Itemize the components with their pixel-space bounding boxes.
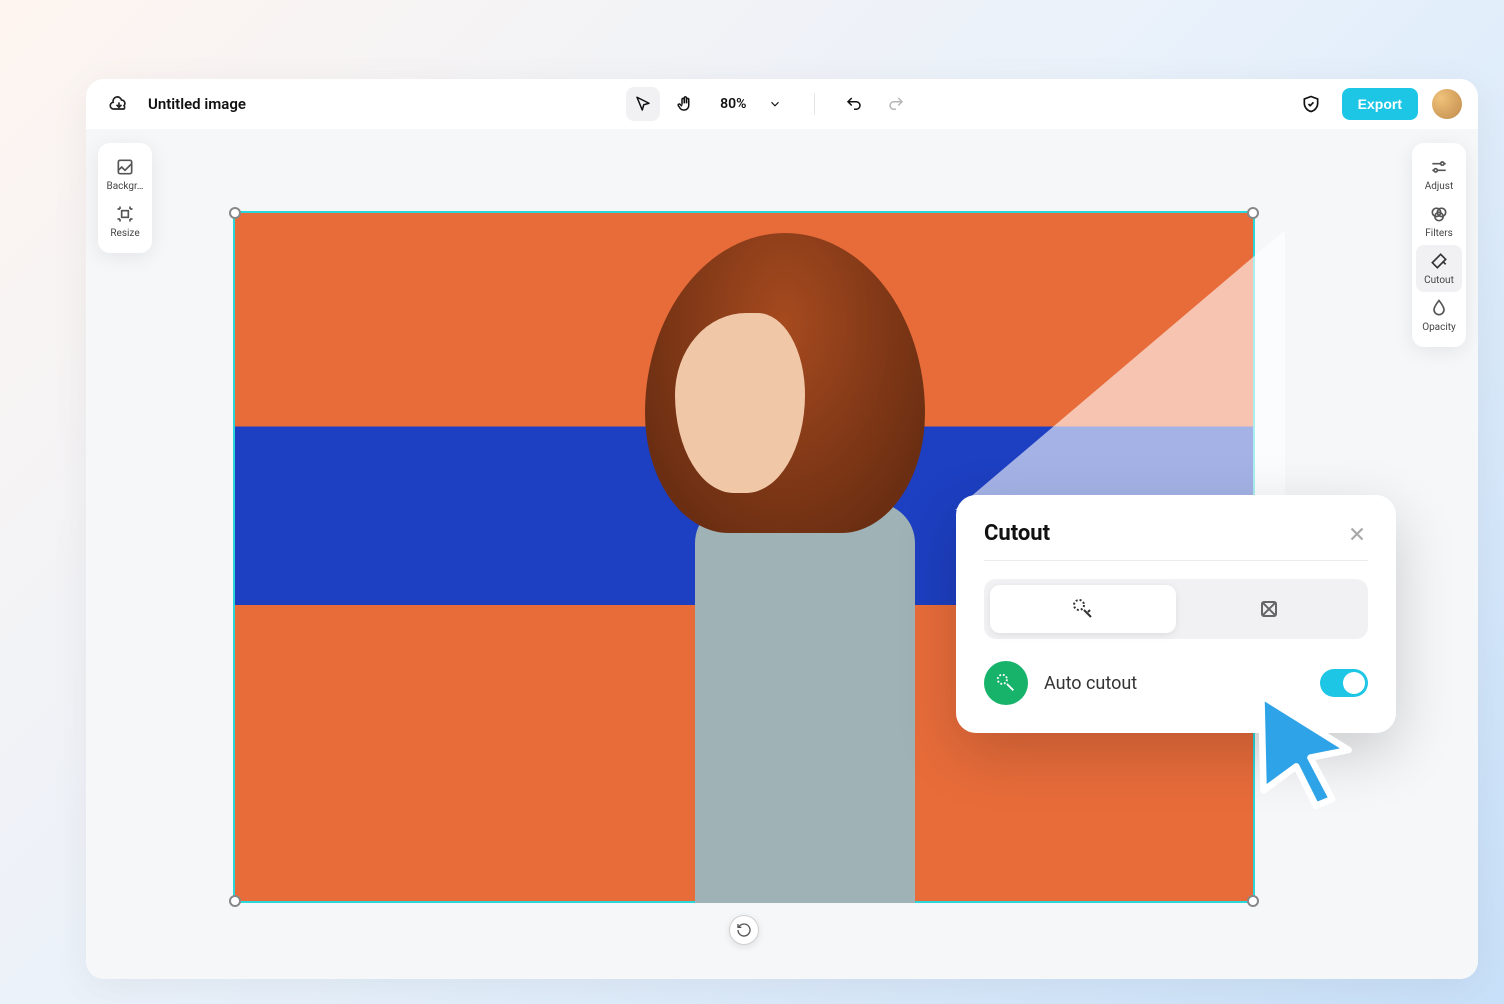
- right-toolbar: Adjust Filters Cutout Opacity: [1412, 143, 1466, 347]
- manual-erase-mode-button[interactable]: [1176, 585, 1362, 633]
- background-label: Backgr…: [107, 181, 144, 192]
- adjust-icon: [1429, 157, 1449, 177]
- opacity-tool[interactable]: Opacity: [1416, 292, 1462, 339]
- shield-icon[interactable]: [1294, 87, 1328, 121]
- document-title[interactable]: Untitled image: [148, 95, 246, 113]
- rotate-icon: [736, 922, 752, 938]
- cloud-sync-icon[interactable]: [102, 87, 136, 121]
- close-icon: [1346, 523, 1368, 545]
- opacity-icon: [1429, 298, 1449, 318]
- background-tool[interactable]: Backgr…: [102, 151, 148, 198]
- top-bar: Untitled image 80%: [86, 79, 1478, 129]
- resize-handle-nw[interactable]: [229, 207, 241, 219]
- auto-cutout-label: Auto cutout: [1044, 673, 1304, 694]
- select-tool-button[interactable]: [626, 87, 660, 121]
- avatar[interactable]: [1432, 89, 1462, 119]
- adjust-tool[interactable]: Adjust: [1416, 151, 1462, 198]
- cutout-panel: Cutout Auto cutout: [956, 495, 1396, 733]
- cutout-tool[interactable]: Cutout: [1416, 245, 1462, 292]
- resize-label: Resize: [110, 228, 139, 239]
- redo-button[interactable]: [879, 87, 913, 121]
- export-button[interactable]: Export: [1342, 88, 1418, 120]
- cutout-icon: [1429, 251, 1449, 271]
- canvas-tools: 80%: [626, 87, 913, 121]
- close-button[interactable]: [1346, 523, 1368, 545]
- zoom-level[interactable]: 80%: [720, 96, 746, 112]
- auto-cutout-toggle[interactable]: [1320, 669, 1368, 697]
- filters-tool[interactable]: Filters: [1416, 198, 1462, 245]
- undo-button[interactable]: [837, 87, 871, 121]
- resize-handle-se[interactable]: [1247, 895, 1259, 907]
- hand-tool-button[interactable]: [668, 87, 702, 121]
- adjust-label: Adjust: [1425, 181, 1454, 192]
- divider: [814, 93, 815, 115]
- auto-cutout-mode-button[interactable]: [990, 585, 1176, 633]
- image-subject: [595, 233, 915, 903]
- zoom-dropdown-button[interactable]: [758, 87, 792, 121]
- auto-cutout-badge: [984, 661, 1028, 705]
- cutout-label: Cutout: [1424, 275, 1454, 286]
- panel-title: Cutout: [984, 521, 1050, 546]
- auto-cutout-row: Auto cutout: [984, 661, 1368, 705]
- resize-icon: [115, 204, 135, 224]
- background-icon: [115, 157, 135, 177]
- filters-label: Filters: [1425, 228, 1453, 239]
- resize-handle-ne[interactable]: [1247, 207, 1259, 219]
- cutout-mode-segmented: [984, 579, 1368, 639]
- opacity-label: Opacity: [1422, 322, 1456, 333]
- toggle-knob: [1343, 672, 1365, 694]
- filters-icon: [1429, 204, 1449, 224]
- resize-tool[interactable]: Resize: [102, 198, 148, 245]
- divider: [984, 560, 1368, 561]
- magic-wand-icon: [995, 672, 1017, 694]
- magic-wand-icon: [1071, 597, 1095, 621]
- resize-handle-sw[interactable]: [229, 895, 241, 907]
- left-toolbar: Backgr… Resize: [98, 143, 152, 253]
- rotate-handle[interactable]: [729, 915, 759, 945]
- erase-icon: [1257, 597, 1281, 621]
